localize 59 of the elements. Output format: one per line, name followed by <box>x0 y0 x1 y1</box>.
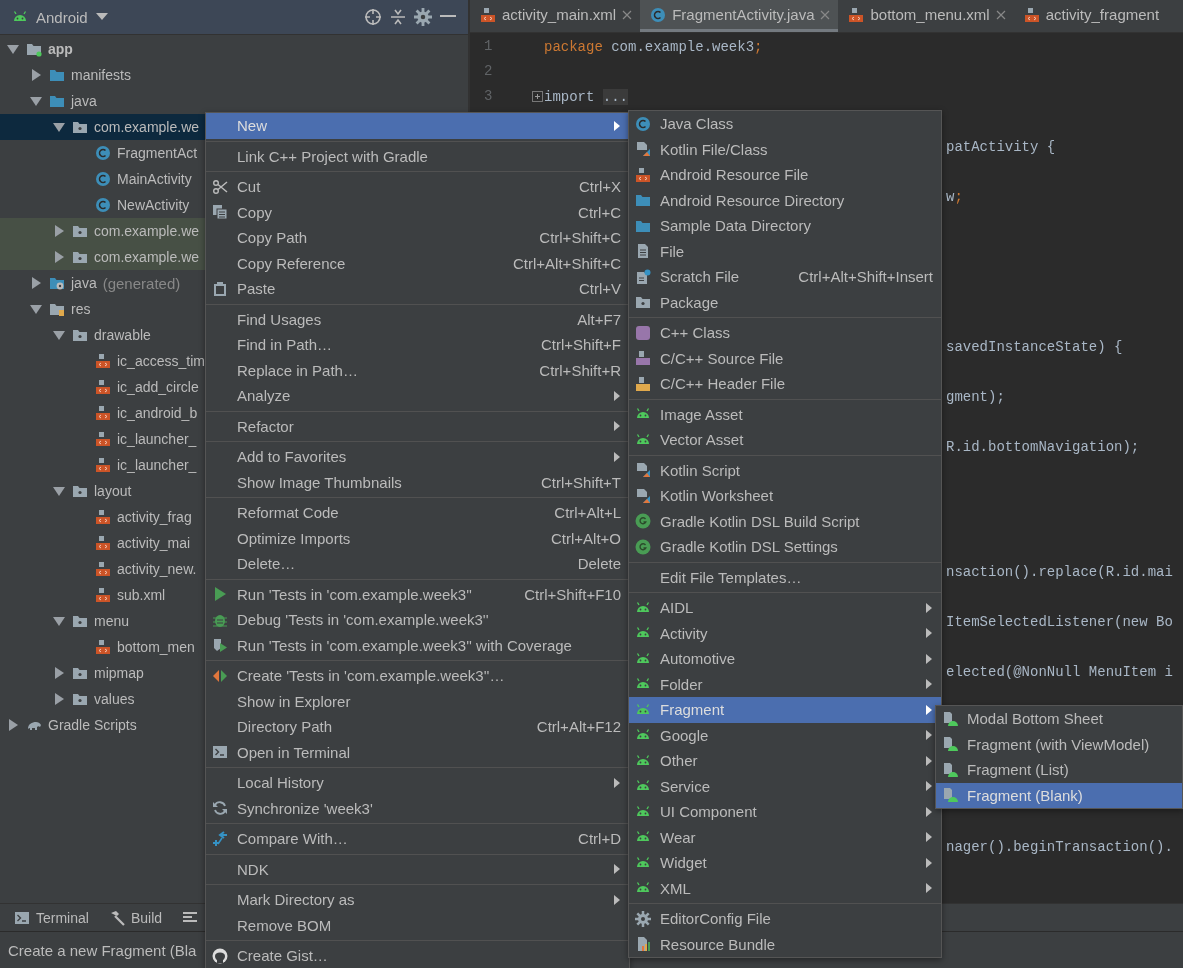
tree-item-label: menu <box>94 613 130 629</box>
tree-item-label: values <box>94 691 135 707</box>
code-line: elected(@NonNull MenuItem i <box>946 663 1173 680</box>
code-line: patActivity { <box>946 138 1056 155</box>
tree-item-label: sub.xml <box>117 587 166 603</box>
tree-item-label: ic_access_tim <box>117 353 205 369</box>
tree-item-label: com.example.we <box>94 119 200 135</box>
tree-item-label: activity_frag <box>117 509 192 525</box>
code-line: nsaction().replace(R.id.mai <box>946 563 1173 580</box>
shortcut-label: Ctrl+Alt+L <box>554 504 621 522</box>
line-number: 1 <box>484 37 493 56</box>
tree-item-label: manifests <box>71 67 131 83</box>
tree-item-label: ic_add_circle <box>117 379 199 395</box>
shortcut-label: Ctrl+Shift+F <box>540 336 621 354</box>
tree-item-label: bottom_men <box>117 639 195 655</box>
shortcut-label: Ctrl+D <box>578 830 621 848</box>
shortcut-label: Ctrl+C <box>578 203 621 221</box>
line-number: 2 <box>484 62 493 81</box>
shortcut-label: Ctrl+X <box>578 178 621 196</box>
shortcut-label: Ctrl+Shift+T <box>540 473 621 491</box>
tree-item-label: NewActivity <box>117 197 190 213</box>
shortcut-label: Ctrl+Alt+Shift+C <box>513 254 621 272</box>
code-line: ItemSelectedListener(new Bo <box>946 613 1173 630</box>
tree-item-label: ic_android_b <box>117 405 198 421</box>
tree-item-label: drawable <box>94 327 151 343</box>
code-line: gment); <box>946 388 1005 405</box>
shortcut-label: Ctrl+Alt+F12 <box>536 718 621 736</box>
tree-item-label: com.example.we <box>94 249 200 265</box>
shortcut-label: Alt+F7 <box>577 310 621 328</box>
shortcut-label: Ctrl+Alt+Shift+Insert <box>798 268 933 286</box>
tree-item-label: MainActivity <box>117 171 192 187</box>
code-line: w; <box>946 188 963 205</box>
tree-item-label: java <box>71 93 97 109</box>
shortcut-label: Ctrl+Alt+O <box>550 529 621 547</box>
code-line: R.id.bottomNavigation); <box>946 438 1140 455</box>
code-line: nager().beginTransaction(). <box>946 838 1173 855</box>
tree-item-label: ic_launcher_ <box>117 431 197 447</box>
shortcut-label: Ctrl+Shift+C <box>539 229 621 247</box>
tree-item-label: com.example.we <box>94 223 200 239</box>
tree-item-label: ic_launcher_ <box>117 457 197 473</box>
tree-item-label: activity_mai <box>117 535 191 551</box>
tree-item-label: app <box>48 41 73 57</box>
tree-item-label: mipmap <box>94 665 144 681</box>
tree-item-label: layout <box>94 483 132 499</box>
line-number: 3 <box>484 87 493 106</box>
tree-item-label: res <box>71 301 91 317</box>
tree-item-label: activity_new. <box>117 561 197 577</box>
tree-item-note: (generated) <box>102 274 181 292</box>
status-text: Create a new Fragment (Bla <box>8 941 197 959</box>
shortcut-label: Delete <box>577 555 621 573</box>
code-line: import ... <box>544 88 629 105</box>
shortcut-label: Ctrl+Shift+R <box>539 361 621 379</box>
tree-item-label: java <box>71 275 97 291</box>
shortcut-label: Ctrl+V <box>578 280 621 298</box>
code-line: package com.example.week3; <box>544 38 763 55</box>
code-line: savedInstanceState) { <box>946 338 1123 355</box>
shortcut-label: Ctrl+Shift+F10 <box>524 585 621 603</box>
tree-item-label: Gradle Scripts <box>48 717 137 733</box>
tree-item-label: FragmentAct <box>117 145 198 161</box>
